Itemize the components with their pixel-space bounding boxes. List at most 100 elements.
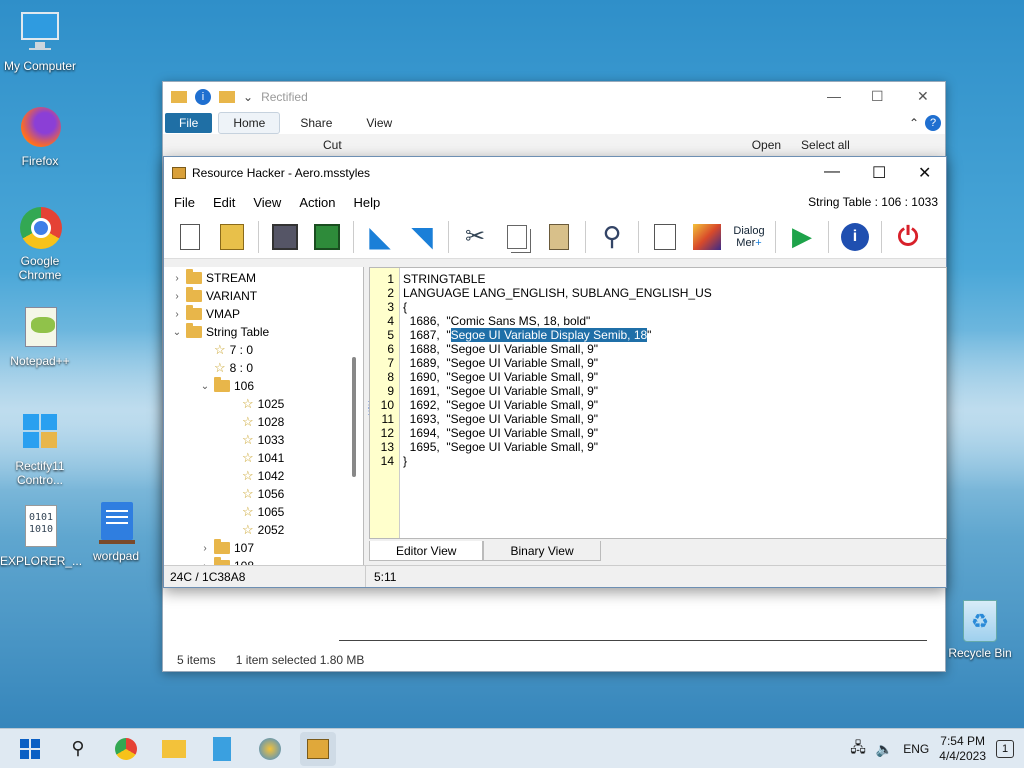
tab-editor-view[interactable]: Editor View — [369, 541, 484, 561]
resource-hacker-window[interactable]: Resource Hacker - Aero.msstyles — ☐ ✕ Fi… — [163, 156, 947, 588]
desktop-icon-recycle-bin[interactable]: ♻ Recycle Bin — [940, 600, 1020, 660]
tree-item[interactable]: › STREAM — [172, 269, 256, 287]
desktop-icon-chrome[interactable]: Google Chrome — [0, 205, 80, 282]
dialog-merge-button[interactable]: Dialog Mer+ — [731, 220, 767, 254]
folder-icon — [214, 377, 230, 392]
ribbon-tabs: File Home Share View ⌃ ? — [163, 112, 945, 134]
tree-item[interactable]: › VMAP — [172, 305, 240, 323]
taskbar: ⚲ 🖧 🔈 ENG 7:54 PM 4/4/2023 1 — [0, 728, 1024, 768]
chevron-down-icon[interactable]: ⌄ — [243, 90, 253, 104]
chevron-right-icon[interactable]: › — [172, 273, 182, 284]
new-file-button[interactable] — [172, 220, 208, 254]
chevron-down-icon[interactable]: ⌄ — [200, 381, 210, 392]
select-all-button[interactable]: Select all — [801, 138, 850, 152]
tree-item[interactable]: › 107 — [200, 539, 254, 557]
tree-item-label: 1065 — [257, 505, 285, 519]
tree-item-label: 107 — [234, 541, 255, 555]
code-editor[interactable]: 1 2 3 4 5 6 7 8 9 10 11 12 13 14 STRINGTABLE LANGUAGE … — [369, 267, 947, 539]
tree-item[interactable]: ☆ 1056 — [228, 485, 284, 503]
tree-item[interactable]: ☆ 1041 — [228, 449, 284, 467]
desktop-icon-label: Recycle Bin — [948, 646, 1012, 660]
menu-help[interactable]: Help — [353, 195, 380, 210]
save-icon — [272, 223, 298, 250]
copy-button[interactable] — [499, 220, 535, 254]
add-image-button[interactable] — [689, 220, 725, 254]
compile-button[interactable]: ▶ — [784, 220, 820, 254]
network-icon[interactable]: 🖧 — [850, 737, 866, 761]
tab-home[interactable]: Home — [218, 112, 281, 134]
cut-button[interactable]: Cut — [323, 138, 342, 152]
minimize-button[interactable]: — — [824, 163, 840, 181]
help-icon[interactable]: ? — [925, 115, 941, 131]
about-button[interactable]: i — [837, 220, 873, 254]
menu-edit[interactable]: Edit — [213, 195, 235, 210]
import-button[interactable]: ◣ — [362, 220, 398, 254]
star-icon: ☆ — [214, 342, 226, 357]
open-button[interactable]: Open — [752, 138, 781, 152]
taskbar-chrome[interactable] — [108, 732, 144, 766]
dialog-line-2: Mer — [736, 236, 756, 249]
desktop-icon-my-computer[interactable]: My Computer — [0, 10, 80, 73]
menu-view[interactable]: View — [253, 195, 281, 210]
tab-file[interactable]: File — [165, 113, 213, 133]
volume-icon[interactable]: 🔈 — [876, 741, 893, 758]
menu-action[interactable]: Action — [299, 195, 335, 210]
tab-share[interactable]: Share — [286, 113, 346, 133]
find-button[interactable]: ⚲ — [594, 220, 630, 254]
tree-item[interactable]: ☆ 8 : 0 — [200, 359, 253, 377]
menu-file[interactable]: File — [174, 195, 195, 210]
taskbar-file-explorer[interactable] — [156, 732, 192, 766]
info-icon[interactable]: i — [195, 89, 211, 105]
code-line: 1686, "Comic Sans MS, 18, bold" — [403, 314, 591, 328]
code-text: 1686, "Comic Sans MS, 18, bold" — [403, 314, 591, 328]
tree-item[interactable]: ☆ 7 : 0 — [200, 341, 253, 359]
tab-binary-view[interactable]: Binary View — [483, 541, 601, 561]
taskbar-resource-hacker[interactable] — [300, 731, 336, 766]
cut-button[interactable]: ✂ — [457, 220, 493, 254]
search-button[interactable]: ⚲ — [60, 732, 96, 766]
chevron-right-icon[interactable]: › — [172, 309, 182, 320]
language-indicator[interactable]: ENG — [903, 742, 929, 756]
save-as-button[interactable] — [309, 220, 345, 254]
tree-item[interactable]: ⌄ String Table — [172, 323, 269, 341]
tree-scrollbar[interactable] — [352, 357, 356, 477]
tree-item[interactable]: ☆ 1025 — [228, 395, 284, 413]
export-button[interactable]: ◥ — [404, 220, 440, 254]
save-button[interactable] — [267, 220, 303, 254]
tree-item[interactable]: ☆ 1065 — [228, 503, 284, 521]
chevron-right-icon[interactable]: › — [172, 291, 182, 302]
minimize-button[interactable]: — — [827, 88, 841, 104]
desktop-icon-notepadpp[interactable]: Notepad++ — [0, 305, 80, 368]
tab-view[interactable]: View — [352, 113, 406, 133]
splitter-handle[interactable]: ⋮⋮ — [364, 401, 374, 433]
taskbar-rectify[interactable] — [252, 732, 288, 766]
notification-badge[interactable]: 1 — [996, 740, 1014, 758]
desktop-icon-explorer-file[interactable]: 0101 1010 EXPLORER_... — [0, 505, 82, 568]
desktop-icon-wordpad[interactable]: wordpad — [76, 500, 156, 563]
clock[interactable]: 7:54 PM 4/4/2023 — [939, 734, 986, 764]
maximize-button[interactable]: ☐ — [872, 163, 886, 183]
maximize-button[interactable]: ☐ — [871, 88, 884, 105]
chevron-up-icon[interactable]: ⌃ — [909, 116, 919, 130]
resource-tree[interactable]: › STREAM › VARIANT › VMAP ⌄ String Table ☆ 7 : 0 ☆… — [164, 267, 364, 567]
tree-item[interactable]: ⌄ 106 — [200, 377, 254, 395]
chevron-right-icon[interactable]: › — [200, 543, 210, 554]
start-button[interactable] — [12, 732, 48, 766]
taskbar-notepad[interactable] — [204, 732, 240, 766]
new-folder-icon[interactable] — [219, 91, 235, 103]
tree-item[interactable]: ☆ 2052 — [228, 521, 284, 539]
add-resource-button[interactable] — [647, 220, 683, 254]
tree-item[interactable]: ☆ 1042 — [228, 467, 284, 485]
open-file-button[interactable] — [214, 220, 250, 254]
close-button[interactable]: ✕ — [917, 88, 929, 105]
tree-item[interactable]: ☆ 1028 — [228, 413, 284, 431]
folder-icon — [186, 323, 202, 338]
chevron-down-icon[interactable]: ⌄ — [172, 327, 182, 338]
tree-item[interactable]: ☆ 1033 — [228, 431, 284, 449]
close-button[interactable]: ✕ — [918, 163, 931, 183]
tree-item[interactable]: › VARIANT — [172, 287, 257, 305]
desktop-icon-rectify11[interactable]: Rectify11 Contro... — [0, 410, 80, 487]
desktop-icon-firefox[interactable]: Firefox — [0, 105, 80, 168]
paste-button[interactable] — [541, 220, 577, 254]
exit-button[interactable]: ⏻ — [890, 220, 926, 254]
